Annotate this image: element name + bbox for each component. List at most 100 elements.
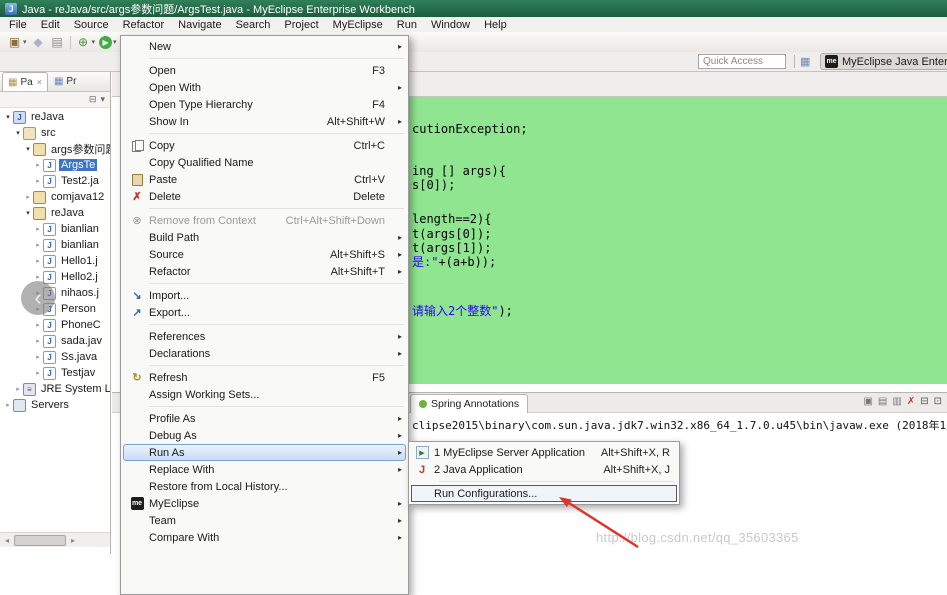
collapse-all-icon[interactable]: ⊟	[89, 94, 97, 105]
view-menu-icon[interactable]: ▾	[100, 94, 105, 105]
tree-expander-icon[interactable]: ▸	[3, 401, 13, 409]
maximize-icon[interactable]: ⊡	[934, 396, 942, 407]
submenu-item-2-java-application[interactable]: J2 Java ApplicationAlt+Shift+X, J	[411, 461, 677, 478]
context-menu-item-delete[interactable]: ✗DeleteDelete	[123, 188, 406, 205]
tree-item-nihaos-j[interactable]: ▸Jnihaos.j	[0, 285, 110, 301]
context-menu-item-new[interactable]: New▸	[123, 38, 406, 55]
tree-item-bianlian[interactable]: ▸Jbianlian	[0, 237, 110, 253]
tree-expander-icon[interactable]: ▸	[33, 273, 43, 281]
context-menu-item-copy[interactable]: CopyCtrl+C	[123, 137, 406, 154]
prev-image-arrow[interactable]: ‹	[21, 281, 55, 315]
submenu-item-run-configurations[interactable]: Run Configurations...	[411, 485, 677, 502]
active-perspective-button[interactable]: me MyEclipse Java Enterpr	[820, 53, 947, 70]
scroll-lock-icon[interactable]: ▤	[878, 396, 887, 407]
menu-refactor[interactable]: Refactor	[116, 19, 172, 31]
tree-expander-icon[interactable]: ▸	[33, 369, 43, 377]
tree-item-servers[interactable]: ▸Servers	[0, 397, 110, 413]
tree-item-phonec[interactable]: ▸JPhoneC	[0, 317, 110, 333]
context-menu-item-copy-qualified-name[interactable]: Copy Qualified Name	[123, 154, 406, 171]
horizontal-scrollbar[interactable]: ◂ ▸	[0, 532, 110, 547]
context-menu-item-run-as[interactable]: Run As▸	[123, 444, 406, 461]
context-menu-item-refresh[interactable]: ↻RefreshF5	[123, 369, 406, 386]
context-menu-item-replace-with[interactable]: Replace With▸	[123, 461, 406, 478]
run-icon[interactable]: ▶▾	[97, 33, 119, 51]
tree-expander-icon[interactable]: ▾	[23, 145, 33, 153]
menu-myeclipse[interactable]: MyEclipse	[326, 19, 390, 31]
context-menu-item-profile-as[interactable]: Profile As▸	[123, 410, 406, 427]
tree-item-args[interactable]: ▾args参数问题	[0, 141, 110, 157]
tree-item-bianlian[interactable]: ▸Jbianlian	[0, 221, 110, 237]
context-menu-item-references[interactable]: References▸	[123, 328, 406, 345]
submenu-item-1-myeclipse-server-application[interactable]: ▶1 MyEclipse Server ApplicationAlt+Shift…	[411, 444, 677, 461]
tree-item-person[interactable]: ▸JPerson	[0, 301, 110, 317]
view-tab-pa[interactable]: ▦Pa×	[2, 72, 48, 91]
context-menu-item-open-with[interactable]: Open With▸	[123, 79, 406, 96]
context-menu-item-myeclipse[interactable]: meMyEclipse▸	[123, 495, 406, 512]
tree-item-jre-system-li[interactable]: ▸≡JRE System Li	[0, 381, 110, 397]
context-menu-item-import[interactable]: ↘Import...	[123, 287, 406, 304]
tree-expander-icon[interactable]: ▸	[33, 241, 43, 249]
menu-edit[interactable]: Edit	[34, 19, 67, 31]
context-menu-item-export[interactable]: ↗Export...	[123, 304, 406, 321]
tree-expander-icon[interactable]: ▸	[33, 337, 43, 345]
quick-access-input[interactable]: Quick Access	[698, 54, 786, 69]
menu-source[interactable]: Source	[67, 19, 116, 31]
tab-spring-annotations[interactable]: Spring Annotations	[410, 394, 528, 413]
scroll-right-icon[interactable]: ▸	[66, 536, 80, 545]
context-menu-item-refactor[interactable]: RefactorAlt+Shift+T▸	[123, 263, 406, 280]
context-menu-item-debug-as[interactable]: Debug As▸	[123, 427, 406, 444]
tree-expander-icon[interactable]: ▸	[33, 257, 43, 265]
tree-expander-icon[interactable]: ▾	[3, 113, 13, 121]
tree-item-rejava[interactable]: ▾JreJava	[0, 109, 110, 125]
tree-item-ss-java[interactable]: ▸JSs.java	[0, 349, 110, 365]
tree-expander-icon[interactable]: ▸	[33, 321, 43, 329]
context-menu-item-open[interactable]: OpenF3	[123, 62, 406, 79]
tree-expander-icon[interactable]: ▸	[33, 353, 43, 361]
context-menu-item-show-in[interactable]: Show InAlt+Shift+W▸	[123, 113, 406, 130]
tree-expander-icon[interactable]: ▸	[13, 385, 23, 393]
context-menu-item-team[interactable]: Team▸	[123, 512, 406, 529]
context-menu-item-remove-from-context[interactable]: ⊗Remove from ContextCtrl+Alt+Shift+Down	[123, 212, 406, 229]
tree-item-test2-ja[interactable]: ▸JTest2.ja	[0, 173, 110, 189]
tree-item-hello1-j[interactable]: ▸JHello1.j	[0, 253, 110, 269]
save-icon[interactable]: ◆	[29, 33, 48, 51]
tree-item-src[interactable]: ▾src	[0, 125, 110, 141]
print-icon[interactable]: ▤	[48, 33, 67, 51]
tree-item-hello2-j[interactable]: ▸JHello2.j	[0, 269, 110, 285]
clear-console-icon[interactable]: ▥	[892, 396, 901, 407]
tree-expander-icon[interactable]: ▸	[33, 225, 43, 233]
context-menu-item-restore-from-local-history[interactable]: Restore from Local History...	[123, 478, 406, 495]
context-menu-item-build-path[interactable]: Build Path▸	[123, 229, 406, 246]
debug-icon[interactable]: ⊕▾	[74, 33, 98, 51]
context-menu-item-assign-working-sets[interactable]: Assign Working Sets...	[123, 386, 406, 403]
tree-expander-icon[interactable]: ▸	[23, 193, 33, 201]
menu-help[interactable]: Help	[477, 19, 514, 31]
context-menu-item-compare-with[interactable]: Compare With▸	[123, 529, 406, 546]
context-menu-item-source[interactable]: SourceAlt+Shift+S▸	[123, 246, 406, 263]
context-menu-item-paste[interactable]: PasteCtrl+V	[123, 171, 406, 188]
view-tab-pr[interactable]: ▦Pr	[49, 72, 81, 91]
menu-window[interactable]: Window	[424, 19, 477, 31]
pin-console-icon[interactable]: ▣	[863, 396, 872, 407]
tree-item-testjav[interactable]: ▸JTestjav	[0, 365, 110, 381]
scrollbar-thumb[interactable]	[14, 535, 66, 546]
scroll-left-icon[interactable]: ◂	[0, 536, 14, 545]
menu-file[interactable]: File	[2, 19, 34, 31]
close-view-icon[interactable]: ×	[37, 77, 42, 87]
tree-item-comjava12[interactable]: ▸comjava12	[0, 189, 110, 205]
open-perspective-icon[interactable]: ▦	[800, 55, 810, 68]
close-console-icon[interactable]: ✗	[907, 396, 915, 407]
menu-search[interactable]: Search	[229, 19, 278, 31]
menu-project[interactable]: Project	[277, 19, 325, 31]
context-menu-item-declarations[interactable]: Declarations▸	[123, 345, 406, 362]
tree-expander-icon[interactable]: ▾	[23, 209, 33, 217]
new-wizard-icon[interactable]: ▣▾	[5, 33, 29, 51]
tree-item-sada-jav[interactable]: ▸Jsada.jav	[0, 333, 110, 349]
context-menu-item-open-type-hierarchy[interactable]: Open Type HierarchyF4	[123, 96, 406, 113]
menu-navigate[interactable]: Navigate	[171, 19, 228, 31]
tree-expander-icon[interactable]: ▸	[33, 161, 43, 169]
tree-expander-icon[interactable]: ▾	[13, 129, 23, 137]
menu-run[interactable]: Run	[390, 19, 424, 31]
tree-expander-icon[interactable]: ▸	[33, 177, 43, 185]
tree-item-argste[interactable]: ▸JArgsTe	[0, 157, 110, 173]
